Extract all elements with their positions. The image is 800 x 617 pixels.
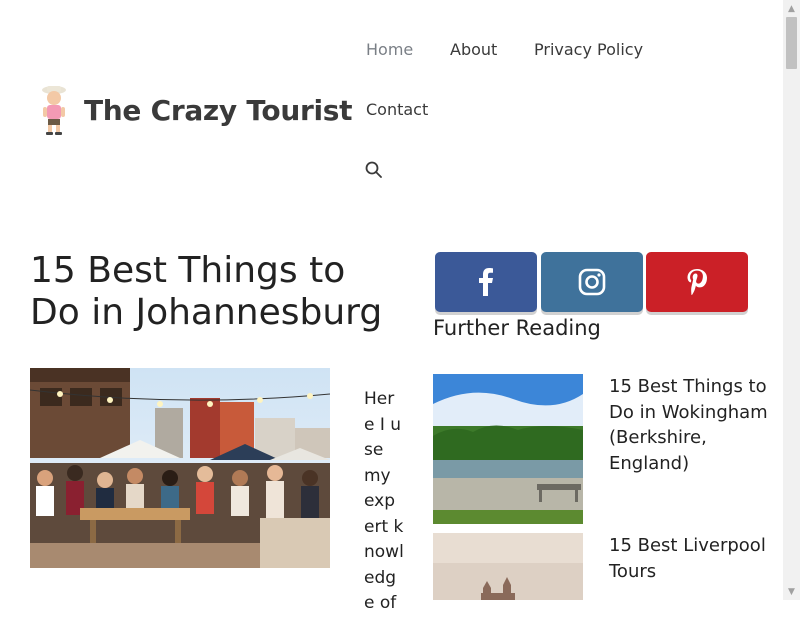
nav-about[interactable]: About <box>450 40 497 59</box>
related-link[interactable]: 15 Best Things to Do in Wokingham (Berks… <box>609 374 769 476</box>
scrollbar-thumb[interactable] <box>786 17 797 69</box>
article-excerpt: Here I use my expert knowledge of <box>364 389 404 613</box>
site-logo[interactable]: The Crazy Tourist <box>36 84 353 136</box>
pinterest-button[interactable] <box>646 252 748 312</box>
pinterest-icon <box>687 269 707 295</box>
nav-privacy-policy[interactable]: Privacy Policy <box>534 40 643 59</box>
search-icon[interactable] <box>365 161 383 179</box>
instagram-button[interactable] <box>541 252 643 312</box>
article-title[interactable]: 15 Best Things to Do in Johannesburg <box>30 250 400 334</box>
scroll-up-arrow-icon[interactable]: ▲ <box>783 0 800 17</box>
nav-home[interactable]: Home <box>366 40 413 59</box>
article-image[interactable] <box>30 368 330 568</box>
further-reading-heading: Further Reading <box>433 316 601 340</box>
related-image[interactable] <box>433 533 583 600</box>
facebook-icon <box>479 268 493 296</box>
scroll-down-arrow-icon[interactable]: ▼ <box>783 583 800 600</box>
site-title: The Crazy Tourist <box>84 93 353 127</box>
related-image[interactable] <box>433 374 583 524</box>
page-scrollbar[interactable]: ▲ ▼ <box>783 0 800 600</box>
related-link[interactable]: 15 Best Liverpool Tours <box>609 533 769 584</box>
nav-contact[interactable]: Contact <box>366 100 428 119</box>
tourist-mascot-icon <box>36 84 72 136</box>
facebook-button[interactable] <box>435 252 537 312</box>
instagram-icon <box>578 268 606 296</box>
